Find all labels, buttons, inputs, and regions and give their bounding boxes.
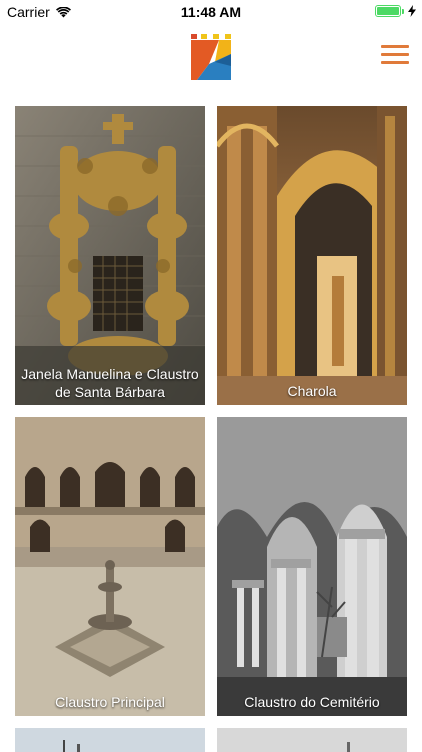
- status-right: [375, 5, 416, 17]
- hamburger-menu-icon[interactable]: [381, 45, 409, 69]
- battery-fill: [377, 7, 399, 15]
- partial-image-left: [15, 728, 205, 752]
- card-partial-right[interactable]: [217, 728, 407, 752]
- battery-tip: [402, 8, 404, 14]
- header: [0, 24, 422, 94]
- partial-image-right: [217, 728, 407, 752]
- card-label: Claustro do Cemitério: [244, 694, 380, 710]
- card-label: Janela Manuelina e Claustro de Santa Bár…: [21, 366, 199, 400]
- menu-line-1: [381, 45, 409, 48]
- charging-bolt-icon: [408, 5, 416, 17]
- janela-manuelina-image: [15, 106, 205, 405]
- card-partial-left[interactable]: [15, 728, 205, 752]
- charola-image: [217, 106, 407, 405]
- claustro-principal-image: [15, 417, 205, 716]
- status-time: 11:48 AM: [180, 4, 242, 20]
- status-bar: Carrier 11:48 AM: [0, 0, 422, 24]
- card-janela-manuelina[interactable]: Janela Manuelina e Claustro de Santa Bár…: [15, 106, 205, 405]
- card-label: Charola: [287, 383, 337, 399]
- menu-line-3: [381, 61, 409, 64]
- card-charola[interactable]: Charola: [217, 106, 407, 405]
- app-logo[interactable]: [189, 34, 233, 80]
- menu-line-2: [381, 53, 409, 56]
- claustro-do-cemiterio-image: [217, 417, 407, 716]
- card-claustro-principal[interactable]: Claustro Principal: [15, 417, 205, 716]
- battery-icon: [375, 5, 401, 17]
- card-claustro-do-cemiterio[interactable]: Claustro do Cemitério: [217, 417, 407, 716]
- card-label: Claustro Principal: [55, 694, 165, 710]
